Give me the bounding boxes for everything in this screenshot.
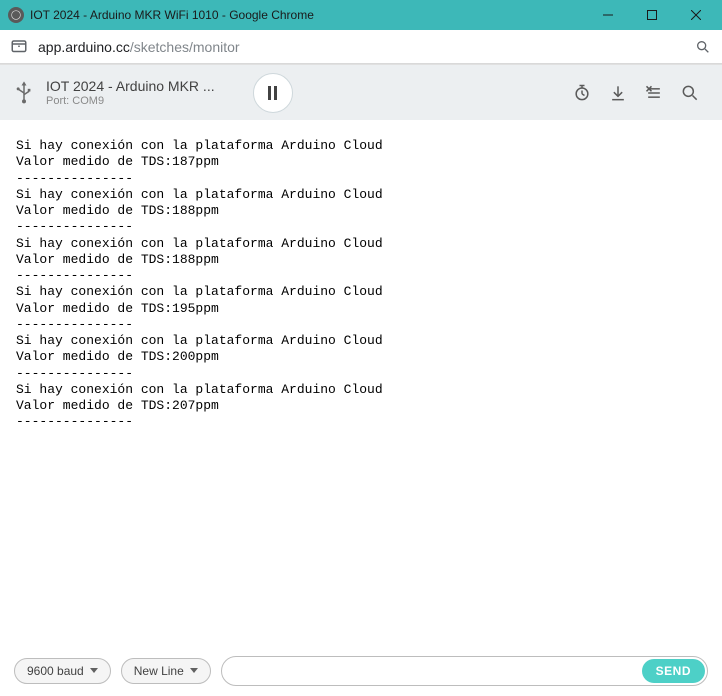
sketch-info[interactable]: IOT 2024 - Arduino MKR ... Port: COM9 <box>46 78 215 107</box>
window-maximize-button[interactable] <box>630 0 674 30</box>
search-button[interactable] <box>672 75 708 111</box>
window-titlebar: IOT 2024 - Arduino MKR WiFi 1010 - Googl… <box>0 0 722 30</box>
baud-select[interactable]: 9600 baud <box>14 658 111 684</box>
url-text[interactable]: app.arduino.cc/sketches/monitor <box>38 39 684 55</box>
send-input[interactable] <box>221 656 708 686</box>
pwa-install-icon[interactable] <box>10 38 28 56</box>
sketch-title: IOT 2024 - Arduino MKR ... <box>46 78 215 94</box>
timestamp-button[interactable] <box>564 75 600 111</box>
chevron-down-icon <box>90 668 98 673</box>
serial-console[interactable]: Si hay conexión con la plataforma Arduin… <box>0 120 722 644</box>
usb-icon <box>14 81 36 105</box>
baud-label: 9600 baud <box>27 664 84 678</box>
window-title: IOT 2024 - Arduino MKR WiFi 1010 - Googl… <box>30 8 586 22</box>
monitor-toolbar: IOT 2024 - Arduino MKR ... Port: COM9 <box>0 64 722 120</box>
pause-icon <box>268 86 277 100</box>
chevron-down-icon <box>190 668 198 673</box>
zoom-icon[interactable] <box>694 38 712 56</box>
clear-button[interactable] <box>636 75 672 111</box>
url-host: app.arduino.cc <box>38 39 130 55</box>
window-close-button[interactable] <box>674 0 718 30</box>
address-bar: app.arduino.cc/sketches/monitor <box>0 30 722 64</box>
bottom-bar: 9600 baud New Line SEND <box>0 644 722 696</box>
url-path: /sketches/monitor <box>130 39 240 55</box>
sketch-port: Port: COM9 <box>46 95 215 107</box>
app-favicon <box>8 7 24 23</box>
window-minimize-button[interactable] <box>586 0 630 30</box>
line-ending-select[interactable]: New Line <box>121 658 211 684</box>
line-ending-label: New Line <box>134 664 184 678</box>
send-button[interactable]: SEND <box>642 659 705 683</box>
download-button[interactable] <box>600 75 636 111</box>
pause-button[interactable] <box>253 73 293 113</box>
